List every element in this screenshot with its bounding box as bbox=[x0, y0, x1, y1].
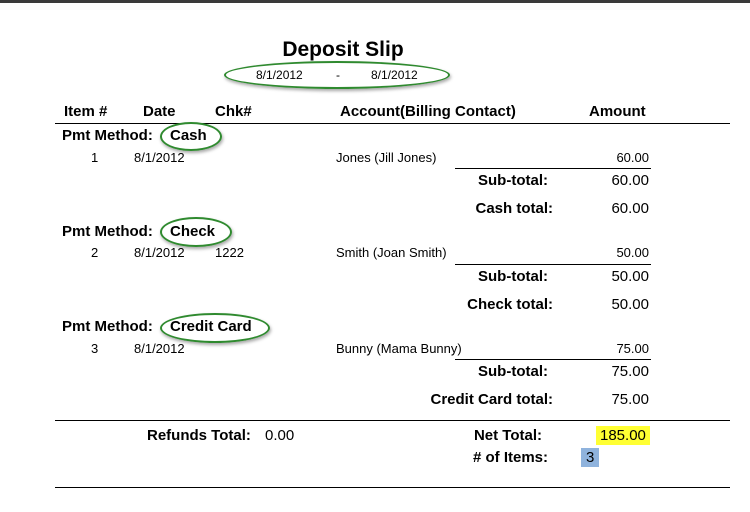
date-separator: - bbox=[336, 68, 340, 82]
subtotal-value: 60.00 bbox=[611, 172, 649, 189]
net-total-value: 185.00 bbox=[596, 426, 650, 445]
date-to: 8/1/2012 bbox=[371, 68, 418, 82]
item-count-label: # of Items: bbox=[472, 449, 548, 466]
cash-total-value: 60.00 bbox=[611, 200, 649, 217]
date-from: 8/1/2012 bbox=[256, 68, 303, 82]
row-date: 8/1/2012 bbox=[134, 341, 185, 356]
pmt-method-label: Pmt Method: bbox=[62, 318, 153, 335]
pmt-method-credit-card: Credit Card bbox=[170, 318, 252, 335]
row-amount: 75.00 bbox=[616, 341, 649, 356]
column-header-chk: Chk# bbox=[215, 103, 252, 120]
row-account: Smith (Joan Smith) bbox=[336, 245, 447, 260]
window-top-border bbox=[0, 0, 750, 3]
subtotal-label: Sub-total: bbox=[478, 363, 548, 380]
item-count-value: 3 bbox=[581, 448, 600, 467]
subtotal-rule bbox=[455, 264, 651, 265]
row-date: 8/1/2012 bbox=[134, 245, 185, 260]
row-item-number: 3 bbox=[91, 341, 99, 356]
check-total-label: Check total: bbox=[467, 296, 553, 313]
column-header-item: Item # bbox=[64, 103, 108, 120]
cash-total-label: Cash total: bbox=[475, 200, 553, 217]
row-item-number: 1 bbox=[91, 150, 99, 165]
subtotal-label: Sub-total: bbox=[478, 268, 548, 285]
report-title: Deposit Slip bbox=[282, 38, 404, 61]
subtotal-rule bbox=[455, 359, 651, 360]
credit-card-total-label: Credit Card total: bbox=[430, 391, 553, 408]
pmt-method-check: Check bbox=[170, 223, 216, 240]
subtotal-label: Sub-total: bbox=[478, 172, 548, 189]
totals-divider bbox=[55, 420, 730, 421]
row-account: Jones (Jill Jones) bbox=[336, 150, 437, 165]
row-account: Bunny (Mama Bunny) bbox=[336, 341, 462, 356]
check-total-value: 50.00 bbox=[611, 296, 649, 313]
row-date: 8/1/2012 bbox=[134, 150, 185, 165]
column-header-date: Date bbox=[143, 103, 176, 120]
subtotal-value: 75.00 bbox=[611, 363, 649, 380]
credit-card-total-value: 75.00 bbox=[611, 391, 649, 408]
net-total-label: Net Total: bbox=[473, 427, 542, 444]
pmt-method-label: Pmt Method: bbox=[62, 127, 153, 144]
refunds-total-value: 0.00 bbox=[265, 427, 295, 444]
header-divider bbox=[55, 123, 730, 124]
row-amount: 50.00 bbox=[616, 245, 649, 260]
column-header-account: Account(Billing Contact) bbox=[340, 103, 516, 120]
footer-divider bbox=[55, 487, 730, 488]
pmt-method-label: Pmt Method: bbox=[62, 223, 153, 240]
pmt-method-cash: Cash bbox=[170, 127, 207, 144]
row-item-number: 2 bbox=[91, 245, 99, 260]
row-check-number: 1222 bbox=[215, 245, 244, 260]
subtotal-rule bbox=[455, 168, 651, 169]
column-header-amount: Amount bbox=[589, 103, 646, 120]
subtotal-value: 50.00 bbox=[611, 268, 649, 285]
row-amount: 60.00 bbox=[616, 150, 649, 165]
refunds-total-label: Refunds Total: bbox=[147, 427, 251, 444]
